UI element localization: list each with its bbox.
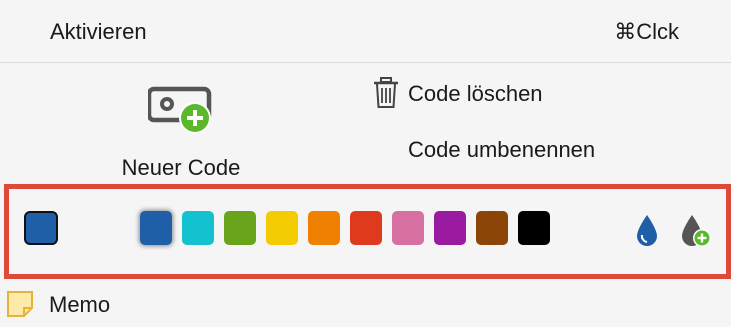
activate-shortcut: ⌘Clck xyxy=(614,19,679,44)
swatch-purple[interactable] xyxy=(434,211,466,245)
activate-row[interactable]: Aktivieren ⌘Clck xyxy=(0,0,731,63)
rename-code-button[interactable]: Code umbenennen xyxy=(408,137,595,163)
swatch-yellow[interactable] xyxy=(266,211,298,245)
swatch-pink[interactable] xyxy=(392,211,424,245)
swatch-brown[interactable] xyxy=(476,211,508,245)
activate-label: Aktivieren xyxy=(50,19,147,44)
swatch-black[interactable] xyxy=(518,211,550,245)
code-actions: Neuer Code Code löschen Code umbenennen xyxy=(0,63,731,181)
swatch-blue[interactable] xyxy=(140,211,172,245)
add-color-drop-icon[interactable] xyxy=(679,213,715,247)
ink-drop-icon[interactable] xyxy=(633,213,661,247)
memo-label: Memo xyxy=(49,292,111,317)
swatch-cyan[interactable] xyxy=(182,211,214,245)
swatch-orange[interactable] xyxy=(308,211,340,245)
swatch-red[interactable] xyxy=(350,211,382,245)
swatch-green[interactable] xyxy=(224,211,256,245)
new-code-button[interactable]: Neuer Code xyxy=(100,77,262,181)
delete-code-label: Code löschen xyxy=(408,81,543,106)
tag-add-icon xyxy=(148,86,212,134)
new-code-label: Neuer Code xyxy=(121,155,241,180)
current-color-swatch[interactable] xyxy=(24,211,58,245)
color-bar xyxy=(4,184,731,279)
trash-icon xyxy=(374,77,398,108)
memo-row[interactable]: Memo xyxy=(0,280,731,327)
memo-note-icon xyxy=(7,291,33,317)
